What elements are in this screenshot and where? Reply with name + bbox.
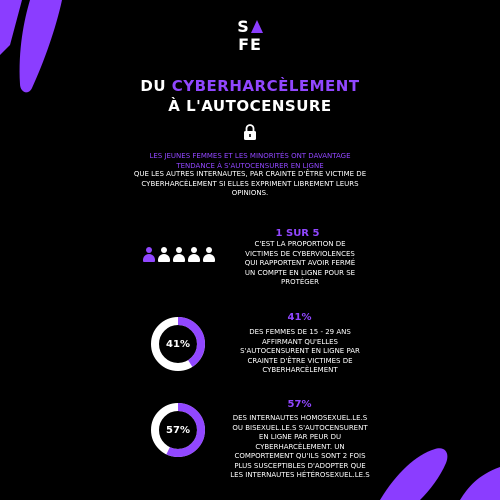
person-icon	[158, 247, 170, 263]
lock-icon	[244, 124, 256, 140]
person-icon	[173, 247, 185, 263]
page-title-line2: À L'AUTOCENSURE	[168, 97, 332, 115]
title-prefix: DU	[140, 77, 172, 95]
stat-2-value: 41%	[287, 312, 312, 323]
donut-label-57: 57%	[166, 424, 190, 436]
stat-1-text: C'EST LA PROPORTION DE VICTIMES DE CYBER…	[244, 240, 356, 286]
stat-3-text: DES INTERNAUTES HOMOSEXUEL.LE.S OU BISEX…	[230, 414, 370, 479]
decorative-shape-bottom	[380, 448, 500, 500]
page-title-line1: DU CYBERHARCÈLEMENT	[0, 76, 500, 96]
donut-chart-41: 41%	[148, 315, 208, 373]
person-icon	[203, 247, 215, 263]
stat-2-text: DES FEMMES DE 15 - 29 ANS AFFIRMANT QU'E…	[240, 328, 360, 374]
donut-label-41: 41%	[166, 338, 190, 350]
donut-chart-57: 57%	[148, 400, 208, 460]
stat-1-value: 1 SUR 5	[275, 228, 320, 239]
logo-triangle	[250, 20, 263, 33]
title-highlight: CYBERHARCÈLEMENT	[171, 77, 360, 95]
stat-3-value: 57%	[287, 399, 312, 410]
intro-body-text: QUE LES AUTRES INTERNAUTES, PAR CRAINTE …	[133, 170, 367, 197]
intro-accent-text: LES JEUNES FEMMES ET LES MINORITÉS ONT D…	[149, 152, 351, 170]
people-icons	[143, 247, 215, 265]
person-icon	[188, 247, 200, 263]
person-icon	[143, 247, 155, 263]
safe-logo: S FE	[237, 17, 263, 54]
